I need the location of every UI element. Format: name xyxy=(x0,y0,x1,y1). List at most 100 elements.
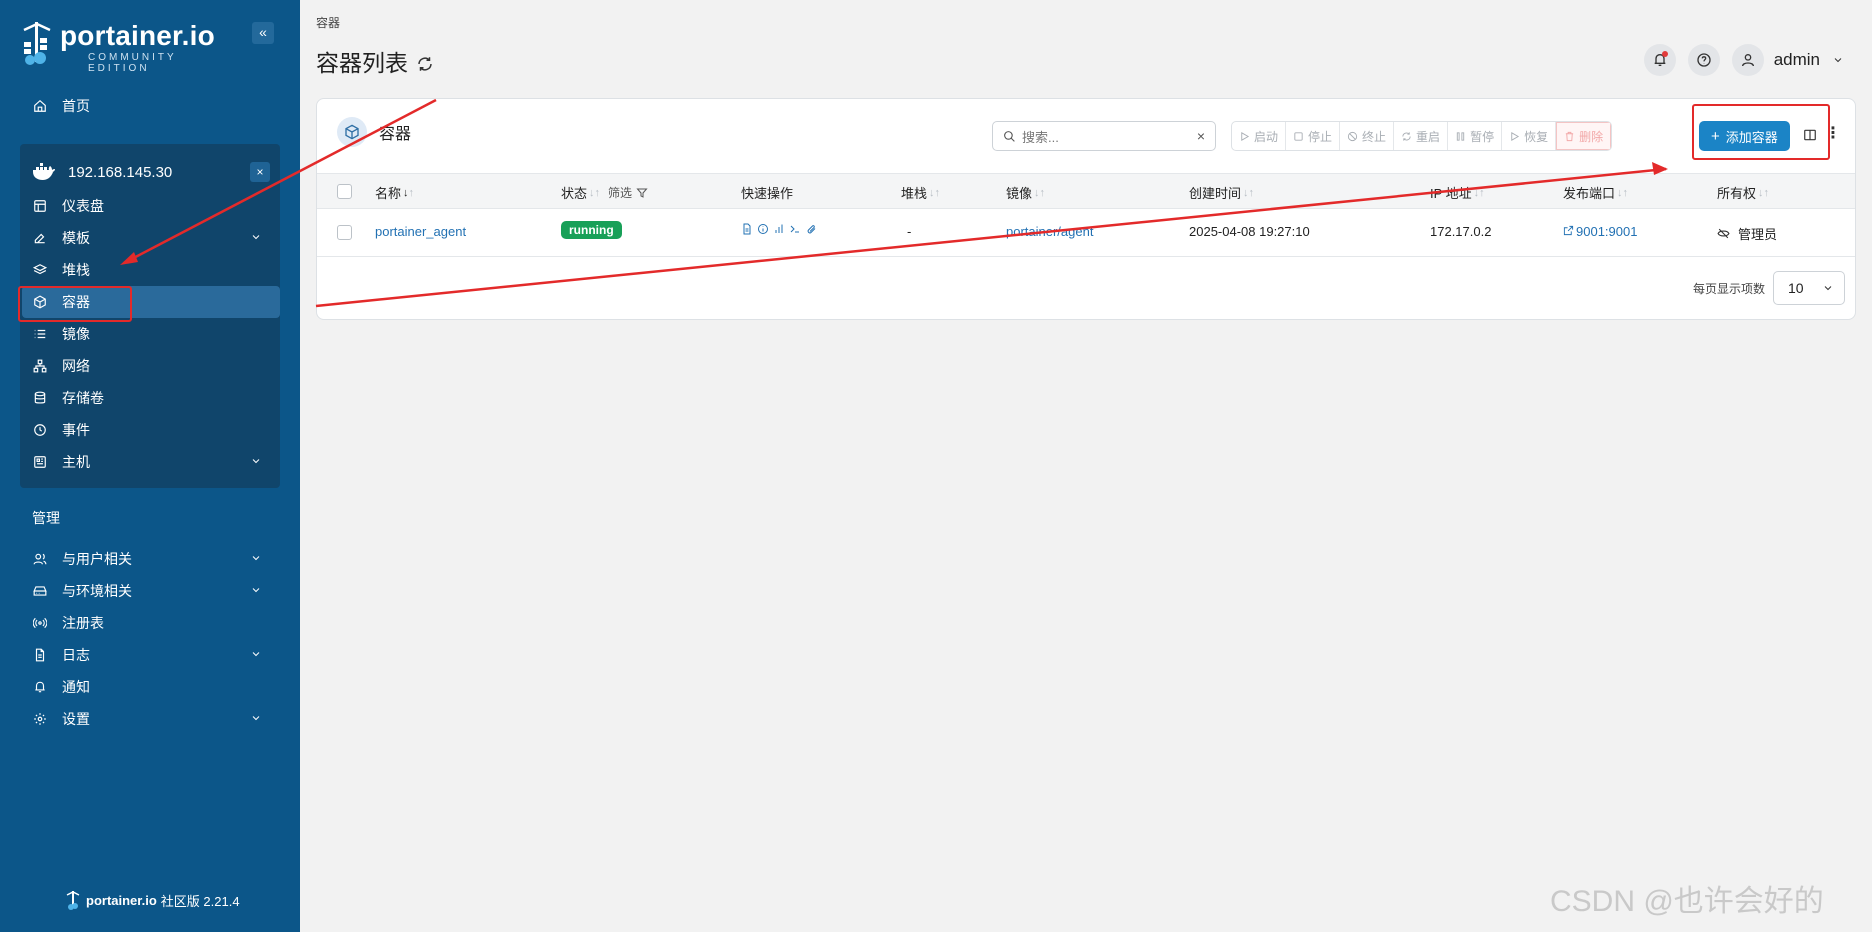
user-avatar[interactable] xyxy=(1731,44,1764,76)
search-input[interactable]: 搜索... × xyxy=(992,121,1216,151)
portainer-logo[interactable]: portainer.io COMMUNITY EDITION xyxy=(18,18,228,74)
start-button[interactable]: 启动 xyxy=(1232,122,1287,150)
console-icon[interactable] xyxy=(789,223,801,235)
published-port-link[interactable]: 9001:9001 xyxy=(1563,224,1637,239)
card-title: 容器 xyxy=(379,126,412,143)
clear-search-icon[interactable]: × xyxy=(1197,128,1205,144)
footer-brand-name: portainer.io xyxy=(86,892,157,908)
column-stack-label: 堆栈 xyxy=(901,186,928,201)
quick-actions xyxy=(741,223,821,235)
notification-dot xyxy=(1661,51,1668,57)
chevron-down-icon xyxy=(250,583,264,597)
network-icon xyxy=(32,358,48,374)
collapse-sidebar-button[interactable]: « xyxy=(252,22,274,44)
sort-icon: ↓↑ xyxy=(1758,186,1770,199)
edit-icon xyxy=(32,230,48,246)
nav-images[interactable]: 镜像 xyxy=(22,318,280,350)
nav-users-label: 与用户相关 xyxy=(62,551,132,567)
image-link[interactable]: portainer/agent xyxy=(1006,224,1093,239)
inspect-icon[interactable] xyxy=(757,223,769,235)
status-badge: running xyxy=(561,221,622,239)
nav-volumes[interactable]: 存储卷 xyxy=(22,382,280,414)
stop-label: 停止 xyxy=(1308,129,1333,144)
stop-button[interactable]: 停止 xyxy=(1286,122,1341,150)
sort-icon: ↓↑ xyxy=(589,186,601,199)
notifications-button[interactable] xyxy=(1643,44,1676,76)
select-all-checkbox[interactable] xyxy=(337,184,352,199)
column-state[interactable]: 状态 ↓↑ 筛选 xyxy=(561,183,648,202)
nav-events[interactable]: 事件 xyxy=(22,414,280,446)
resume-button[interactable]: 恢复 xyxy=(1502,122,1557,150)
nav-networks[interactable]: 网络 xyxy=(22,350,280,382)
column-stack[interactable]: 堆栈 ↓↑ xyxy=(901,183,940,202)
breadcrumb[interactable]: 容器 xyxy=(316,14,340,31)
remove-button[interactable]: 删除 xyxy=(1556,122,1612,150)
ownership: 管理员 xyxy=(1717,224,1777,243)
play-icon xyxy=(1241,131,1250,141)
list-icon xyxy=(32,326,48,342)
state-filter[interactable]: 筛选 xyxy=(608,184,648,201)
attach-icon[interactable] xyxy=(805,223,817,235)
column-quick-actions: 快速操作 xyxy=(741,183,793,202)
chevron-down-icon[interactable] xyxy=(1832,53,1846,67)
column-image-label: 镜像 xyxy=(1006,186,1033,201)
nav-host-label: 主机 xyxy=(62,454,90,470)
home-icon xyxy=(32,98,48,114)
nav-settings[interactable]: 设置 xyxy=(22,703,280,735)
nav-dashboard[interactable]: 仪表盘 xyxy=(22,190,280,222)
column-state-label: 状态 xyxy=(561,186,588,201)
nav-environments[interactable]: 与环境相关 xyxy=(22,575,280,607)
annotation-box-containers xyxy=(18,286,132,322)
container-name-link[interactable]: portainer_agent xyxy=(375,224,466,239)
chevron-down-icon xyxy=(250,454,264,468)
column-name[interactable]: 名称 ↓↑ xyxy=(375,183,414,202)
nav-host[interactable]: 主机 xyxy=(22,446,280,478)
logs-icon[interactable] xyxy=(741,223,753,235)
footer-brand: portainer.io 社区版 2.21.4 xyxy=(66,890,240,910)
nav-templates-label: 模板 xyxy=(62,230,90,246)
nav-templates[interactable]: 模板 xyxy=(22,222,280,254)
environment-header[interactable]: 192.168.145.30 × xyxy=(32,152,280,192)
sort-icon: ↓↑ xyxy=(1473,186,1485,199)
page-size-label: 每页显示项数 xyxy=(1692,281,1765,296)
chevron-down-icon xyxy=(250,230,264,244)
nav-stacks[interactable]: 堆栈 xyxy=(22,254,280,286)
nav-home[interactable]: 首页 xyxy=(22,90,280,122)
close-environment-button[interactable]: × xyxy=(250,162,270,182)
page-title-text: 容器列表 xyxy=(316,50,408,76)
remove-label: 删除 xyxy=(1579,129,1604,144)
page-size-select[interactable]: 10 xyxy=(1773,271,1845,305)
column-ip-label: IP 地址 xyxy=(1430,186,1472,201)
column-ports[interactable]: 发布端口 ↓↑ xyxy=(1563,183,1628,202)
drive-icon xyxy=(32,583,48,599)
row-checkbox[interactable] xyxy=(337,225,352,240)
database-icon xyxy=(32,390,48,406)
column-image[interactable]: 镜像 ↓↑ xyxy=(1006,183,1045,202)
filter-label: 筛选 xyxy=(608,186,633,200)
nav-notifications[interactable]: 通知 xyxy=(22,671,280,703)
nav-stacks-label: 堆栈 xyxy=(62,262,90,278)
ip-value: 172.17.0.2 xyxy=(1430,224,1492,239)
column-created[interactable]: 创建时间 ↓↑ xyxy=(1189,183,1254,202)
nav-users[interactable]: 与用户相关 xyxy=(22,543,280,575)
restart-button[interactable]: 重启 xyxy=(1394,122,1449,150)
column-ownership-label: 所有权 xyxy=(1717,186,1757,201)
refresh-icon[interactable] xyxy=(416,52,434,71)
published-port-value: 9001:9001 xyxy=(1576,224,1638,239)
nav-registries[interactable]: 注册表 xyxy=(22,607,280,639)
kill-button[interactable]: 终止 xyxy=(1340,122,1395,150)
user-icon xyxy=(1741,54,1754,67)
user-name[interactable]: admin xyxy=(1774,50,1820,70)
nav-networks-label: 网络 xyxy=(62,358,90,374)
pause-button[interactable]: 暂停 xyxy=(1448,122,1503,150)
stats-icon[interactable] xyxy=(773,223,785,235)
nav-logs[interactable]: 日志 xyxy=(22,639,280,671)
column-ip[interactable]: IP 地址 ↓↑ xyxy=(1430,183,1485,202)
help-button[interactable] xyxy=(1687,44,1720,76)
column-ownership[interactable]: 所有权 ↓↑ xyxy=(1717,183,1769,202)
start-label: 启动 xyxy=(1254,129,1279,144)
brand-edition: COMMUNITY EDITION xyxy=(88,52,177,74)
dashboard-icon xyxy=(32,198,48,214)
portainer-logo-icon xyxy=(23,22,51,65)
users-icon xyxy=(32,551,48,567)
